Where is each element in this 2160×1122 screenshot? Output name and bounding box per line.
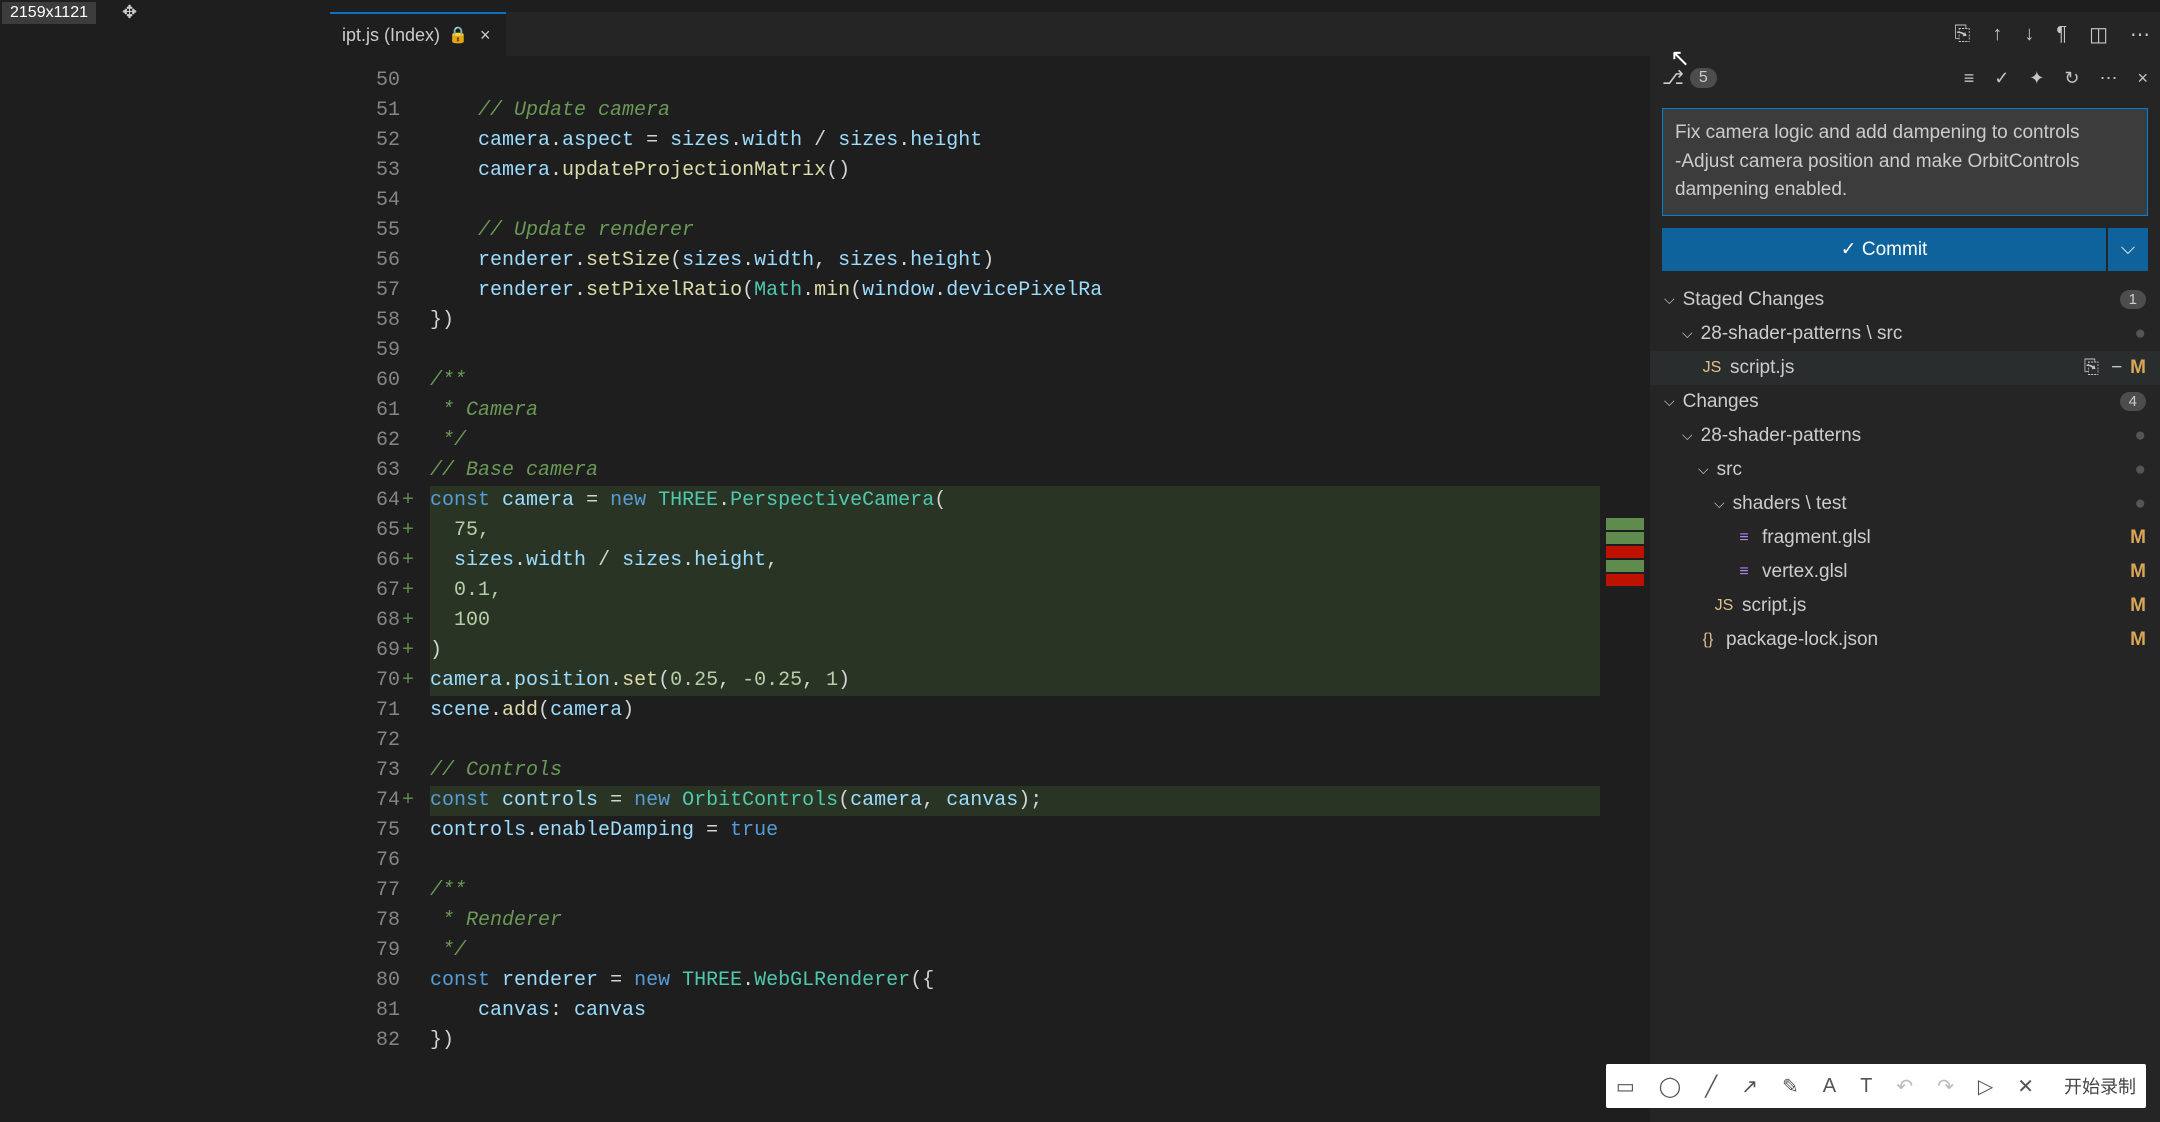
staged-count: 1 (2120, 290, 2146, 309)
file-label: package-lock.json (1726, 629, 1878, 651)
status-m: M (2130, 595, 2146, 617)
play-icon[interactable]: ▷ (1978, 1074, 1993, 1099)
toggle-whitespace-icon[interactable]: ¶ (2056, 23, 2067, 46)
code-editor[interactable]: 5051525354555657585960616263646566676869… (330, 56, 1650, 1122)
scm-more-icon[interactable]: ⋯ (2099, 68, 2117, 89)
dot-icon: ● (2135, 493, 2146, 515)
chevron-down-icon: ⌵ (1664, 291, 1675, 308)
json-file-icon: {} (1698, 631, 1718, 649)
scm-close-icon[interactable]: × (2137, 68, 2148, 89)
commit-message-input[interactable]: Fix camera logic and add dampening to co… (1662, 108, 2148, 216)
more-actions-icon[interactable]: ⋯ (2130, 22, 2150, 47)
refresh-icon[interactable]: ↻ (2064, 68, 2079, 89)
status-m: M (2130, 629, 2146, 651)
readonly-lock-icon: 🔒 (448, 25, 468, 45)
branch-count-badge: 5 (1690, 68, 1717, 88)
prev-change-icon[interactable]: ↑ (1992, 23, 2002, 46)
close-anno-icon[interactable]: ✕ (2017, 1074, 2034, 1099)
src-folder[interactable]: ⌵ src ● (1650, 453, 2160, 487)
file-label: fragment.glsl (1762, 527, 1871, 549)
branch-indicator[interactable]: ⎇ 5 (1662, 67, 1717, 90)
changes-label: Changes (1683, 391, 1759, 413)
tab-script-index[interactable]: ipt.js (Index) 🔒 × (330, 12, 506, 56)
commit-dropdown[interactable]: ⌵ (2108, 228, 2148, 271)
shaders-folder[interactable]: ⌵ shaders \ test ● (1650, 487, 2160, 521)
file-package-lock[interactable]: {} package-lock.json M (1650, 623, 2160, 657)
staged-file-script[interactable]: JS script.js ⎘ − M (1650, 351, 2160, 385)
chevron-down-icon: ⌵ (1714, 495, 1725, 512)
status-m: M (2130, 561, 2146, 583)
status-m: M (2130, 357, 2146, 379)
arrow-tool-icon[interactable]: ↗ (1741, 1074, 1758, 1099)
redo-icon[interactable]: ↷ (1937, 1074, 1954, 1099)
js-file-icon: JS (1702, 359, 1722, 377)
split-editor-icon[interactable]: ◫ (2089, 22, 2108, 47)
staged-changes-header[interactable]: ⌵ Staged Changes 1 (1650, 283, 2160, 317)
text-tool-icon[interactable]: T (1860, 1075, 1872, 1098)
next-change-icon[interactable]: ↓ (2024, 23, 2034, 46)
js-file-icon: JS (1714, 597, 1734, 615)
tab-bar: ipt.js (Index) 🔒 × ⎘ ↑ ↓ ¶ ◫ ⋯ (330, 12, 2160, 56)
open-changes-icon[interactable]: ⎘ (1954, 23, 1970, 46)
minimap[interactable] (1600, 56, 1650, 1122)
sparkle-ai-icon[interactable]: ✦ (2029, 68, 2044, 89)
scm-toolbar: ⎇ 5 ≡ ✓ ✦ ↻ ⋯ × (1650, 56, 2160, 100)
glsl-file-icon: ≡ (1734, 563, 1754, 581)
annotation-toolbar: ▭ ◯ ╱ ↗ ✎ A T ↶ ↷ ▷ ✕ 开始录制 (1606, 1064, 2146, 1108)
file-label: script.js (1742, 595, 1806, 617)
staged-label: Staged Changes (1683, 289, 1825, 311)
check-icon[interactable]: ✓ (1994, 68, 2009, 89)
chevron-down-icon: ⌵ (1698, 461, 1709, 478)
dot-icon: ● (2135, 323, 2146, 345)
move-icon[interactable]: ✥ (122, 2, 137, 23)
file-fragment[interactable]: ≡ fragment.glsl M (1650, 521, 2160, 555)
file-vertex[interactable]: ≡ vertex.glsl M (1650, 555, 2160, 589)
code-content: // Update camera camera.aspect = sizes.w… (430, 66, 1600, 1056)
line-gutter: 5051525354555657585960616263646566676869… (330, 66, 410, 1056)
changes-header[interactable]: ⌵ Changes 4 (1650, 385, 2160, 419)
glsl-file-icon: ≡ (1734, 529, 1754, 547)
editor-toolbar: ⎘ ↑ ↓ ¶ ◫ ⋯ (1954, 12, 2150, 56)
editor-pane: ipt.js (Index) 🔒 × ⎘ ↑ ↓ ¶ ◫ ⋯ 505152535… (330, 12, 2160, 1122)
commit-button[interactable]: ✓ Commit (1662, 228, 2106, 271)
tab-title: ipt.js (Index) (342, 25, 440, 46)
folder-label: shaders \ test (1733, 493, 1847, 515)
pen-tool-icon[interactable]: ✎ (1782, 1074, 1799, 1099)
branch-icon: ⎇ (1662, 67, 1684, 90)
undo-icon[interactable]: ↶ (1896, 1074, 1913, 1099)
changes-folder[interactable]: ⌵ 28-shader-patterns ● (1650, 419, 2160, 453)
folder-label: src (1717, 459, 1742, 481)
staged-folder[interactable]: ⌵ 28-shader-patterns \ src ● (1650, 317, 2160, 351)
file-script[interactable]: JS script.js M (1650, 589, 2160, 623)
chevron-down-icon: ⌵ (1682, 427, 1693, 444)
status-m: M (2130, 527, 2146, 549)
scm-tree: ⌵ Staged Changes 1 ⌵ 28-shader-patterns … (1650, 279, 2160, 661)
source-control-panel: ⎇ 5 ≡ ✓ ✦ ↻ ⋯ × Fix camera logic and add… (1650, 56, 2160, 1122)
rect-tool-icon[interactable]: ▭ (1616, 1074, 1635, 1099)
line-tool-icon[interactable]: ╱ (1705, 1074, 1717, 1099)
folder-label: 28-shader-patterns \ src (1701, 323, 1903, 345)
highlight-tool-icon[interactable]: A (1823, 1075, 1836, 1098)
file-label: vertex.glsl (1762, 561, 1848, 583)
chevron-down-icon: ⌵ (1664, 393, 1675, 410)
dot-icon: ● (2135, 425, 2146, 447)
overlay-dimensions: 2159x1121 (2, 2, 96, 24)
open-file-icon[interactable]: ⎘ (2084, 357, 2099, 379)
start-record-label[interactable]: 开始录制 (2064, 1073, 2136, 1099)
folder-label: 28-shader-patterns (1701, 425, 1862, 447)
dot-icon: ● (2135, 459, 2146, 481)
changes-count: 4 (2120, 392, 2146, 411)
tab-close-icon[interactable]: × (476, 21, 495, 50)
unstage-icon[interactable]: − (2111, 357, 2122, 379)
chevron-down-icon: ⌵ (1682, 325, 1693, 342)
file-label: script.js (1730, 357, 1794, 379)
view-tree-icon[interactable]: ≡ (1964, 68, 1975, 89)
circle-tool-icon[interactable]: ◯ (1659, 1074, 1681, 1099)
